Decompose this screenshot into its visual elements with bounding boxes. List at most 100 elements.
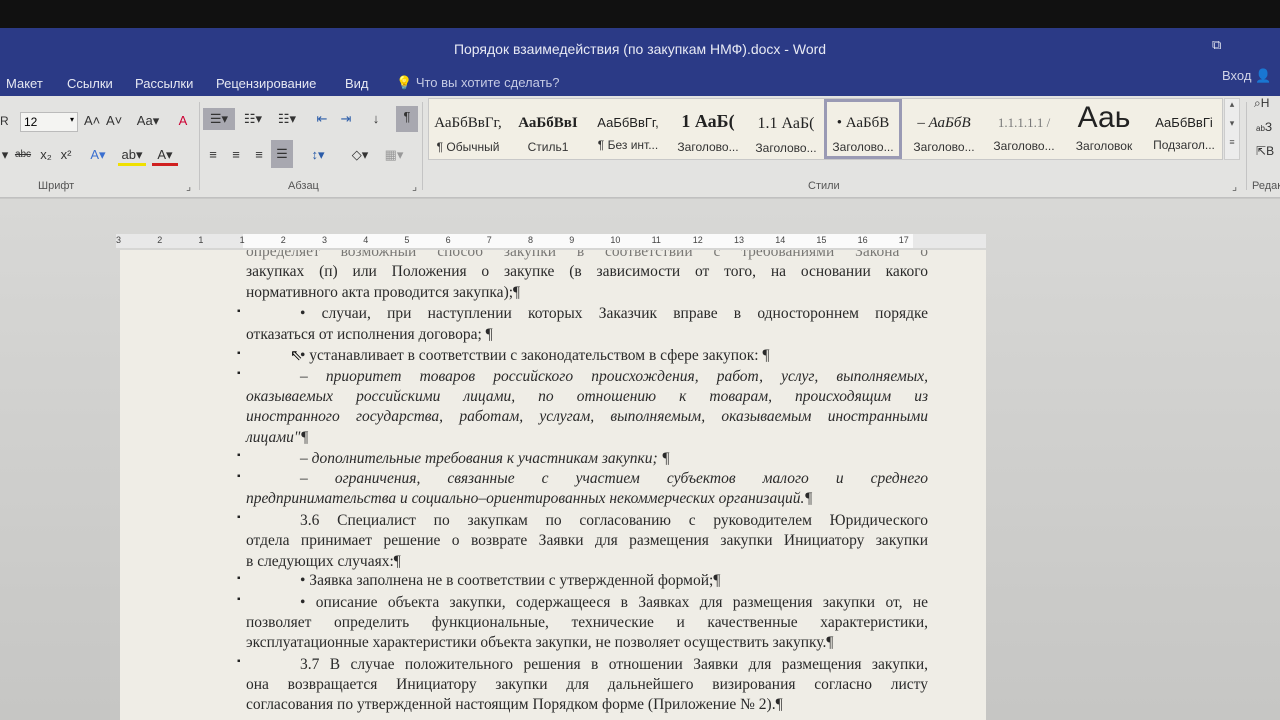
- paragraph-marker: ▪: [237, 656, 241, 667]
- style-preview: АаБбВвГг,: [597, 115, 659, 130]
- font-dialog-launcher-icon[interactable]: ⌟: [186, 180, 191, 193]
- ruler-tick-label: 15: [816, 235, 827, 245]
- styles-dialog-launcher-icon[interactable]: ⌟: [1232, 180, 1237, 193]
- replace-button[interactable]: abЗ: [1256, 120, 1272, 134]
- photo-bezel: [0, 0, 1280, 30]
- tab-layout[interactable]: Макет: [6, 76, 43, 91]
- style-preview: 1.1 АаБ(: [757, 115, 815, 132]
- style-heading-3-selected[interactable]: • АаБбВ Заголово...: [824, 99, 902, 159]
- numbering-button[interactable]: ☷▾: [238, 108, 268, 130]
- style-name: Заголово...: [832, 140, 894, 154]
- subscript-icon[interactable]: x₂: [38, 144, 54, 166]
- borders-icon[interactable]: ▦▾: [380, 144, 408, 166]
- group-divider: [422, 102, 423, 190]
- style-name: Заголово...: [993, 139, 1055, 153]
- doc-line: она возвращается Инициатору закупки для …: [246, 676, 928, 693]
- change-case-button[interactable]: Aa▾: [134, 110, 162, 132]
- style-normal[interactable]: АаБбВвГг, ¶ Обычный: [429, 99, 507, 159]
- replace-icon: ab: [1256, 124, 1265, 133]
- clear-formatting-icon[interactable]: A: [174, 110, 192, 132]
- style-name: ¶ Обычный: [436, 140, 500, 154]
- paragraph-dialog-launcher-icon[interactable]: ⌟: [412, 180, 417, 193]
- doc-line: – приоритет товаров российского происхож…: [300, 368, 928, 385]
- show-formatting-marks-icon[interactable]: ¶: [396, 106, 418, 132]
- font-name-box[interactable]: R: [0, 114, 9, 128]
- increase-indent-icon[interactable]: ⇥: [336, 108, 356, 130]
- shrink-font-icon[interactable]: A˅: [106, 110, 122, 132]
- ruler-tick-label: 12: [692, 235, 703, 245]
- style-subtitle[interactable]: АаБбВвГі Подзагол...: [1145, 99, 1223, 159]
- style-heading-2[interactable]: 1.1 АаБ( Заголово...: [747, 99, 825, 159]
- tab-view[interactable]: Вид: [345, 76, 369, 91]
- paragraph-marker: ▪: [237, 450, 241, 461]
- ruler-tick-label: 13: [734, 235, 745, 245]
- style-name: Заголово...: [755, 141, 817, 155]
- align-center-icon[interactable]: ≡: [227, 144, 245, 166]
- restore-icon[interactable]: ⧉: [1212, 37, 1221, 53]
- style-name: Заголово...: [913, 140, 975, 154]
- shading-icon[interactable]: ◇▾: [346, 144, 374, 166]
- ruler-tick-label: 11: [651, 235, 661, 245]
- tab-references[interactable]: Ссылки: [67, 76, 113, 91]
- align-right-icon[interactable]: ≡: [250, 144, 268, 166]
- tell-me-label: Что вы хотите сделать?: [415, 75, 560, 90]
- ruler-tick-label: 6: [445, 235, 451, 245]
- text-effects-icon[interactable]: A▾: [86, 144, 110, 166]
- tab-review[interactable]: Рецензирование: [216, 76, 316, 91]
- style-heading-5[interactable]: 1.1.1.1.1 / Заголово...: [985, 99, 1063, 159]
- font-color-icon[interactable]: A▾: [152, 144, 178, 166]
- doc-line: • случаи, при наступлении которых Заказч…: [300, 305, 928, 322]
- more-styles-icon[interactable]: ≡: [1225, 137, 1239, 147]
- font-size-value: 12: [24, 115, 38, 129]
- doc-line: 3.7 В случае положительного решения в от…: [300, 656, 928, 673]
- scroll-down-icon[interactable]: ▾: [1225, 118, 1239, 129]
- doc-line: предпринимательства и социально–ориентир…: [246, 490, 813, 507]
- line-spacing-icon[interactable]: ↕▾: [304, 144, 332, 166]
- style-name: Стиль1: [527, 140, 569, 154]
- doc-line: • описание объекта закупки, содержащееся…: [300, 594, 928, 611]
- grow-font-icon[interactable]: A˄: [84, 110, 100, 132]
- paragraph-marker: ▪: [237, 594, 241, 605]
- scroll-up-icon[interactable]: ▴: [1225, 99, 1239, 110]
- ruler-tick-label: 1: [198, 235, 204, 245]
- multilevel-list-button[interactable]: ☷▾: [272, 108, 302, 130]
- login-button[interactable]: Вход 👤: [1222, 68, 1271, 84]
- select-button[interactable]: ⇱В: [1256, 144, 1274, 158]
- ruler-tick-label: 3: [322, 235, 328, 245]
- paragraph-marker: ▪: [237, 471, 241, 482]
- horizontal-ruler[interactable]: 3 2 1 1 2 3 4 5 6 7 8 9 10 11 12 13 14 15 16 17: [116, 234, 986, 248]
- paragraph-marker: ▪: [237, 306, 241, 317]
- styles-scroll[interactable]: ▴ ▾ ≡: [1224, 98, 1240, 160]
- style-title[interactable]: Ааь Заголовок: [1065, 99, 1143, 159]
- ruler-tick-label: 3: [116, 235, 122, 245]
- change-case-label: Aa: [136, 113, 153, 128]
- paragraph-marker: ▪: [237, 512, 241, 523]
- style-heading-4[interactable]: – АаБбВ Заголово...: [905, 99, 983, 159]
- justify-icon[interactable]: ☰: [271, 140, 293, 168]
- highlight-color-icon[interactable]: ab▾: [118, 144, 146, 166]
- decrease-indent-icon[interactable]: ⇤: [312, 108, 332, 130]
- find-button[interactable]: ⌕Н: [1254, 96, 1269, 111]
- align-left-icon[interactable]: ≡: [204, 144, 222, 166]
- strikethrough-icon[interactable]: abc: [12, 144, 34, 166]
- superscript-icon[interactable]: x²: [58, 144, 74, 166]
- styles-gallery: АаБбВвГг, ¶ Обычный АаБбВвI Стиль1 АаБбВвГ…: [428, 98, 1223, 160]
- style-1[interactable]: АаБбВвI Стиль1: [509, 99, 587, 159]
- document-page[interactable]: определяет возможный способ закупки в со…: [120, 250, 986, 720]
- doc-line: лицами"¶: [246, 429, 309, 446]
- font-size-box[interactable]: 12 ▾: [20, 112, 78, 132]
- login-label: Вход: [1222, 68, 1252, 83]
- tab-mailings[interactable]: Рассылки: [135, 76, 193, 91]
- style-heading-1[interactable]: 1 АаБ(Заголово...: [669, 99, 747, 159]
- underline-dropdown-icon[interactable]: ▾: [0, 144, 10, 166]
- sort-icon[interactable]: ↓: [366, 108, 386, 130]
- style-name: Подзагол...: [1153, 138, 1215, 152]
- tell-me-search[interactable]: 💡 Что вы хотите сделать?: [396, 75, 560, 91]
- style-no-spacing[interactable]: АаБбВвГг, ¶ Без инт...: [589, 99, 667, 159]
- style-name: Заголово...: [677, 140, 739, 154]
- style-name: Заголовок: [1075, 139, 1133, 153]
- font-group-label: Шрифт: [38, 180, 75, 192]
- bullets-button[interactable]: ☰▾: [203, 108, 235, 130]
- group-divider: [1246, 102, 1247, 190]
- ruler-tick-label: 17: [898, 235, 909, 245]
